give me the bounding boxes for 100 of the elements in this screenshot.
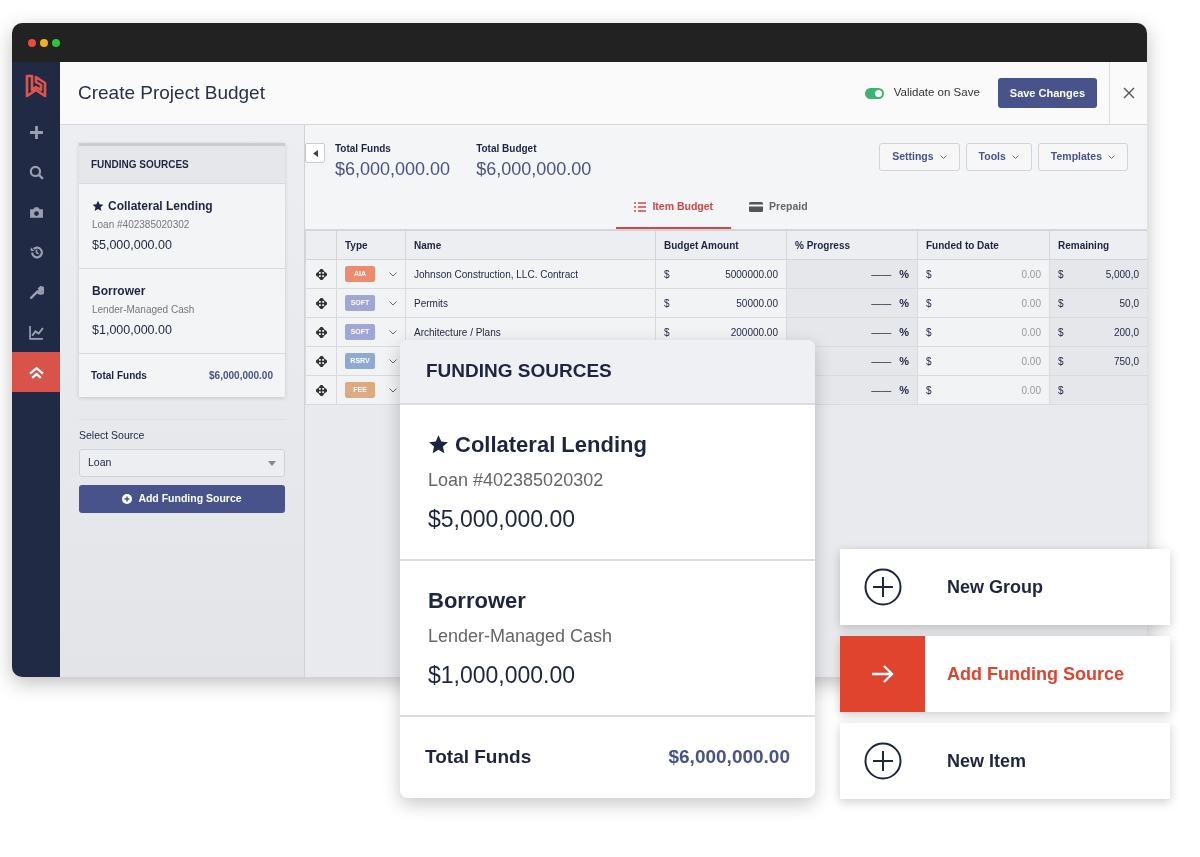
- cell-value: 0.00: [1021, 354, 1041, 369]
- chevron-icon: [389, 271, 397, 277]
- wrench-icon: [28, 284, 44, 300]
- currency-symbol: $: [1058, 267, 1064, 282]
- dropdown-button[interactable]: Tools: [965, 143, 1032, 171]
- card-title: FUNDING SOURCES: [79, 146, 285, 184]
- chevron-icon: [389, 300, 397, 306]
- total-label: Total Funds: [91, 368, 147, 383]
- drag-handle-icon[interactable]: [315, 298, 327, 310]
- column-header[interactable]: Funded to Date: [917, 230, 1050, 260]
- currency-symbol: $: [1058, 296, 1064, 311]
- arrow-right-icon: [870, 664, 895, 684]
- chevron-icon: [389, 358, 397, 364]
- progress-value: ——: [871, 354, 892, 369]
- history-icon: [28, 244, 44, 260]
- drag-handle-icon[interactable]: [315, 327, 327, 339]
- plus-icon: [28, 124, 44, 140]
- drag-handle-icon[interactable]: [315, 269, 327, 281]
- progress-value: ——: [871, 383, 892, 398]
- percent-sign: %: [899, 353, 909, 369]
- column-header[interactable]: Remaining: [1049, 230, 1147, 260]
- cell-value: 5000000.00: [725, 267, 778, 282]
- source-detail: Lender-Managed Cash: [428, 624, 614, 648]
- close-icon: [1122, 87, 1135, 99]
- collapse-button[interactable]: [305, 143, 325, 163]
- source-name[interactable]: Borrower: [92, 281, 146, 300]
- close-dot[interactable]: [28, 38, 36, 47]
- source-amount: $5,000,000.00: [428, 504, 577, 534]
- percent-sign: %: [899, 295, 909, 311]
- currency-symbol: $: [926, 383, 932, 398]
- cell-value: 0.00: [1021, 383, 1041, 398]
- dropdown-caret-icon: [268, 460, 276, 466]
- dropdown-button[interactable]: Templates: [1037, 143, 1128, 171]
- progress-value: ——: [871, 296, 892, 311]
- currency-symbol: $: [664, 267, 670, 282]
- source-amount: $5,000,000.00: [92, 237, 173, 254]
- cell-value: 0.00: [1021, 267, 1041, 282]
- drag-handle-icon[interactable]: [315, 356, 327, 368]
- percent-sign: %: [899, 266, 909, 282]
- source-select[interactable]: Loan: [79, 449, 285, 478]
- chevron-icon: [1011, 155, 1019, 159]
- currency-symbol: $: [926, 325, 932, 340]
- source-name[interactable]: Collateral Lending: [108, 197, 213, 215]
- source-detail: Loan #402385020302: [428, 468, 605, 492]
- summary-label: Total Budget: [476, 142, 538, 156]
- card-title: FUNDING SOURCES: [400, 340, 815, 405]
- table-cell: Johnson Construction, LLC. Contract: [405, 259, 656, 289]
- source-name[interactable]: Collateral Lending: [455, 427, 647, 461]
- table-cell: Permits: [405, 288, 656, 318]
- select-value: Loan: [88, 455, 112, 471]
- percent-sign: %: [899, 382, 909, 398]
- search-icon: [28, 164, 44, 180]
- camera-icon: [28, 204, 44, 220]
- currency-symbol: $: [1058, 354, 1064, 369]
- toggle-switch[interactable]: [864, 87, 884, 99]
- source-detail: Lender-Managed Cash: [92, 302, 196, 317]
- column-header[interactable]: Type: [336, 230, 406, 260]
- column-header[interactable]: % Progress: [786, 230, 918, 260]
- cell-value: 50000.00: [736, 296, 778, 311]
- chevron-icon: [1108, 155, 1115, 159]
- sidebar-item[interactable]: [12, 352, 60, 392]
- add-funding-source-button[interactable]: Add Funding Source: [79, 485, 285, 514]
- column-header[interactable]: Name: [405, 230, 656, 260]
- save-button[interactable]: Save Changes: [997, 77, 1097, 109]
- progress-value: ——: [871, 325, 892, 340]
- action-button[interactable]: Add Funding Source: [840, 636, 1170, 712]
- total-value: $6,000,000.00: [209, 368, 273, 383]
- list-icon: [634, 201, 647, 212]
- star-icon: [92, 200, 104, 212]
- action-button[interactable]: New Group: [840, 549, 1170, 625]
- cell-value: 750,0: [1113, 354, 1139, 369]
- summary-label: Total Funds: [335, 142, 392, 156]
- source-name[interactable]: Borrower: [428, 583, 526, 617]
- logo-icon: [25, 74, 47, 98]
- chevron-icon: [939, 155, 947, 159]
- currency-symbol: $: [926, 267, 932, 282]
- minimize-dot[interactable]: [40, 38, 48, 47]
- tab[interactable]: Prepaid: [731, 196, 826, 229]
- progress-value: ——: [871, 267, 892, 282]
- zoom-dot[interactable]: [52, 38, 60, 47]
- source-amount: $1,000,000.00: [428, 660, 577, 690]
- dropdown-button[interactable]: Settings: [879, 143, 960, 171]
- total-value: $6,000,000.00: [668, 745, 790, 770]
- chart-icon: [28, 324, 44, 340]
- chevron-icon: [389, 387, 397, 393]
- column-header[interactable]: Budget Amount: [655, 230, 787, 260]
- summary-value: $6,000,000.00: [476, 158, 592, 181]
- percent-sign: %: [899, 324, 909, 340]
- action-button[interactable]: New Item: [840, 723, 1170, 799]
- window-title: Create Project Budget: [78, 80, 265, 105]
- cell-value: 5,000,0: [1105, 267, 1139, 282]
- caret-icon: [312, 149, 318, 157]
- currency-symbol: $: [926, 296, 932, 311]
- currency-symbol: $: [664, 325, 670, 340]
- card-icon: [749, 201, 764, 212]
- plus-circle-icon: [863, 742, 902, 780]
- cell-value: 50,0: [1119, 296, 1139, 311]
- drag-handle-icon[interactable]: [315, 385, 327, 397]
- toggle-label: Validate on Save: [893, 85, 980, 101]
- chevron-icon: [389, 329, 397, 335]
